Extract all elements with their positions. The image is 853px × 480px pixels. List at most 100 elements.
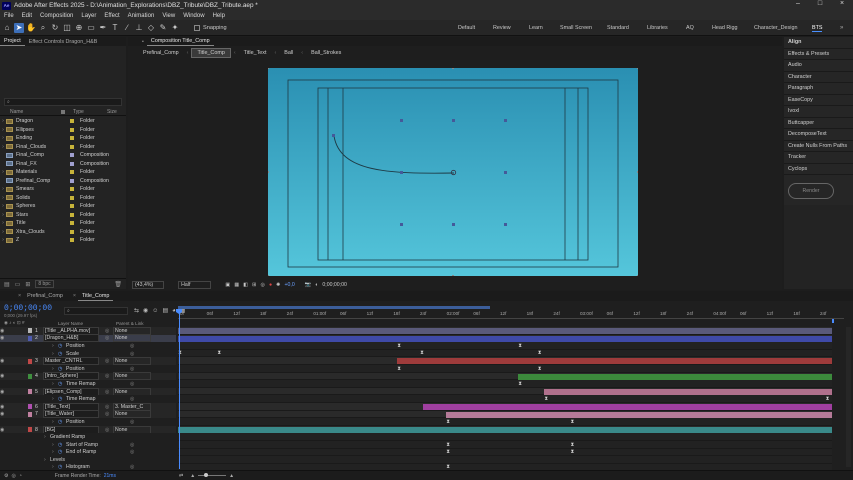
keyframe[interactable]: ⧗ (538, 366, 542, 371)
layer-duration-bar[interactable] (178, 335, 832, 342)
region-of-interest-icon[interactable]: ▣ (225, 282, 230, 288)
keyframe[interactable]: ⧗ (570, 419, 575, 424)
project-item[interactable]: › Ellipses Folder (0, 126, 126, 135)
keyframe[interactable]: ⧗ (570, 442, 575, 447)
exposure-value[interactable]: +0,0 (285, 282, 295, 288)
show-snapshot-icon[interactable]: ◐ (315, 282, 318, 288)
expression-pickwhip-icon[interactable]: ◎ (130, 449, 134, 455)
eye-icon[interactable]: ◉ (0, 427, 8, 433)
eye-icon[interactable]: ◉ (0, 404, 8, 410)
home-icon[interactable]: ⌂ (2, 23, 12, 33)
bpc-indicator[interactable]: 8 bpc (35, 280, 54, 288)
eye-icon[interactable]: ◉ (0, 328, 8, 334)
tab-prefinal-comp[interactable]: Prefinal_Comp (23, 292, 67, 301)
layer-row[interactable]: ◉ 7 [Title_Water] ◎ None (0, 410, 176, 419)
layer-duration-bar[interactable] (446, 411, 832, 418)
label-color-swatch[interactable] (70, 153, 74, 158)
layer-name[interactable]: [Intro_Sphere] (43, 372, 99, 381)
expression-pickwhip-icon[interactable]: ◎ (130, 343, 134, 349)
pickwhip-icon[interactable]: ◎ (105, 373, 113, 379)
workspace-menu-icon[interactable]: » (840, 25, 843, 31)
type-tool-icon[interactable]: T (110, 23, 120, 33)
column-name[interactable]: Name (10, 109, 61, 115)
viewer-timecode[interactable]: 0;00;00;00 (322, 282, 347, 288)
timeline-scrollbar[interactable] (846, 327, 851, 467)
label-color-swatch[interactable] (70, 221, 74, 226)
render-time-icon[interactable]: ◔ (19, 473, 22, 479)
keyframe[interactable]: ⧗ (825, 396, 830, 401)
keyframe[interactable]: ⧗ (570, 450, 575, 455)
stopwatch-icon[interactable]: ◷ (58, 419, 66, 425)
layer-label-swatch[interactable] (28, 411, 32, 417)
layer-name[interactable]: [BG] (43, 425, 99, 434)
layer-name[interactable]: [Elipsen_Comp] (43, 387, 99, 396)
menu-composition[interactable]: Composition (40, 13, 73, 19)
eye-icon[interactable]: ◉ (0, 411, 8, 417)
label-color-swatch[interactable] (70, 187, 74, 192)
time-ruler[interactable]: 0f 06f 12f 18f 24f 01:00f 06f 12f 18f 24f 02:00f 06… (178, 309, 844, 319)
exposure-icon[interactable]: ✺ (276, 282, 280, 288)
layer-row[interactable]: ◉ 8 [BG] ◎ None (0, 425, 176, 434)
keyframe[interactable]: ⧗ (518, 381, 522, 386)
stopwatch-icon[interactable]: ◷ (58, 381, 66, 387)
column-size[interactable]: Size (107, 109, 117, 115)
playhead[interactable] (179, 309, 180, 469)
panel-align[interactable]: Align (784, 37, 853, 49)
breadcrumb-item[interactable]: Title_Comp (191, 47, 231, 58)
layer-label-swatch[interactable] (28, 373, 32, 379)
label-color-swatch[interactable] (70, 238, 74, 243)
workspace-libraries[interactable]: Libraries (647, 25, 668, 31)
layer-duration-bar[interactable] (518, 373, 832, 380)
tab-project[interactable]: Project (0, 37, 25, 46)
stopwatch-icon[interactable]: ◷ (58, 449, 66, 455)
close-icon[interactable]: × (18, 293, 21, 299)
layer-name[interactable]: [Dragon_H&B] (43, 334, 99, 343)
grid-icon[interactable]: ⊞ (252, 282, 256, 288)
workspace-default[interactable]: Default (458, 25, 475, 31)
stopwatch-icon[interactable]: ◷ (58, 351, 66, 357)
draft-3d-icon[interactable]: ◉ (143, 307, 148, 314)
breadcrumb-item[interactable]: Ball (279, 49, 298, 57)
panel-buttcapper[interactable]: Buttcapper (784, 117, 853, 129)
eye-icon[interactable]: ◉ (0, 335, 8, 341)
label-color-swatch[interactable] (70, 212, 74, 217)
workspace-standard[interactable]: Standard (607, 25, 629, 31)
layer-label-swatch[interactable] (28, 404, 32, 410)
parent-dropdown[interactable]: None (113, 410, 151, 419)
project-item[interactable]: › Ending Folder (0, 134, 126, 143)
zoom-dropdown[interactable]: (43,4%) (132, 280, 165, 289)
shape-tool-icon[interactable]: ▭ (86, 23, 96, 33)
stopwatch-icon[interactable]: ◷ (58, 442, 66, 448)
timeline-zoom-slider[interactable] (198, 473, 227, 477)
layer-label-swatch[interactable] (28, 335, 32, 341)
layer-row[interactable]: ◉ 5 [Elipsen_Comp] ◎ None (0, 387, 176, 396)
project-item[interactable]: › Smears Folder (0, 185, 126, 194)
panel-tracker[interactable]: Tracker (784, 152, 853, 164)
layer-duration-bar[interactable] (178, 328, 832, 334)
layer-label-swatch[interactable] (28, 328, 32, 334)
pickwhip-icon[interactable]: ◎ (105, 335, 113, 341)
breadcrumb-item[interactable]: Prefinal_Comp (138, 49, 184, 57)
layer-label-swatch[interactable] (28, 389, 32, 395)
keyframe[interactable]: ⧗ (397, 343, 401, 348)
column-layer-name[interactable]: Layer Name (58, 321, 116, 326)
keyframe[interactable]: ⧗ (544, 396, 548, 401)
keyframe[interactable]: ⧗ (518, 343, 522, 348)
workspace-small-screen[interactable]: Small Screen (560, 25, 592, 31)
panel-effects-presets[interactable]: Effects & Presets (784, 48, 853, 60)
menu-effect[interactable]: Effect (104, 13, 119, 19)
menu-layer[interactable]: Layer (81, 13, 96, 19)
label-color-swatch[interactable] (70, 229, 74, 234)
label-color-swatch[interactable] (70, 144, 74, 149)
keyframe[interactable]: ⧗ (420, 351, 424, 356)
keyframe[interactable]: ⧗ (538, 351, 542, 356)
keyframe[interactable]: ⧗ (397, 366, 401, 371)
layer-row[interactable]: ◉ 2 [Dragon_H&B] ◎ None (0, 334, 176, 343)
layer-duration-bar[interactable] (397, 358, 832, 365)
channel-icon[interactable]: ● (269, 282, 272, 288)
column-parent[interactable]: Parent & Link (116, 321, 144, 326)
project-item[interactable]: › Materials Folder (0, 168, 126, 177)
menu-window[interactable]: Window (183, 13, 204, 19)
panel-easecopy[interactable]: EaseCopy (784, 94, 853, 106)
panel-paragraph[interactable]: Paragraph (784, 83, 853, 95)
